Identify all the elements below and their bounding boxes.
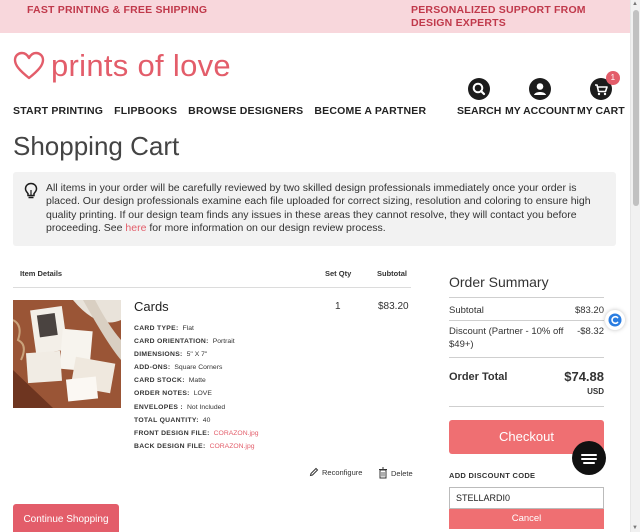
item-title[interactable]: Cards: [134, 299, 169, 314]
spec-row: CARD ORIENTATION: Portrait: [134, 335, 259, 348]
account-icon: [529, 78, 552, 100]
promo-support-text: PERSONALIZED SUPPORT FROM DESIGN EXPERTS: [411, 4, 586, 29]
subtotal-value: $83.20: [574, 305, 604, 316]
search-icon: [468, 78, 491, 100]
review-process-link[interactable]: here: [125, 222, 146, 234]
scroll-thumb[interactable]: [633, 10, 639, 206]
design-review-notice: All items in your order will be carefull…: [13, 172, 616, 246]
scroll-up-arrow-icon[interactable]: ▲: [632, 1, 638, 7]
spec-label: FRONT DESIGN FILE:: [134, 429, 210, 437]
order-total-value: $74.88: [564, 369, 604, 384]
spec-label: ORDER NOTES:: [134, 390, 190, 398]
summary-divider: [449, 297, 604, 298]
search-button[interactable]: SEARCH: [457, 78, 501, 117]
spec-label: CARD STOCK:: [134, 377, 185, 385]
cart-icon: 1: [589, 71, 620, 100]
nav-become-partner[interactable]: BECOME A PARTNER: [314, 105, 426, 117]
spec-value: 40: [202, 416, 211, 424]
promo-shipping-text: FAST PRINTING & FREE SHIPPING: [27, 4, 208, 16]
nav-flipbooks[interactable]: FLIPBOOKS: [114, 105, 177, 117]
reconfigure-button[interactable]: Reconfigure: [309, 467, 362, 477]
my-account-button[interactable]: MY ACCOUNT: [505, 78, 576, 117]
spec-label: CARD TYPE:: [134, 325, 179, 332]
spec-row: DIMENSIONS: 5" X 7": [134, 348, 259, 361]
spec-row: ENVELOPES : Not Included: [134, 401, 259, 414]
spec-value: 5" X 7": [186, 351, 208, 359]
search-label: SEARCH: [457, 105, 502, 117]
notice-text-end: for more information on our design revie…: [146, 221, 386, 234]
spec-row: CARD TYPE: Flat: [134, 322, 259, 335]
product-image[interactable]: [13, 300, 121, 408]
my-cart-button[interactable]: 1 MY CART: [577, 71, 625, 117]
spec-row: CARD STOCK: Matte: [134, 374, 259, 387]
pencil-icon: [309, 467, 319, 477]
spec-row: FRONT DESIGN FILE: CORAZON.jpg: [134, 427, 259, 440]
nav-browse-designers[interactable]: BROWSE DESIGNERS: [188, 105, 303, 117]
summary-divider: [449, 406, 604, 407]
summary-divider: [449, 357, 604, 358]
page-scrollbar[interactable]: ▲ ▼: [630, 0, 640, 532]
subtotal-label: Subtotal: [449, 305, 484, 316]
spec-row: ADD-ONS: Square Corners: [134, 361, 259, 374]
lightbulb-icon: [24, 182, 38, 199]
floating-c-widget-icon[interactable]: [605, 310, 625, 330]
header-item-details: Item Details: [20, 269, 63, 278]
trash-icon: [379, 467, 387, 479]
logo-text: prints of love: [51, 48, 231, 83]
my-account-label: MY ACCOUNT: [505, 105, 576, 117]
page-title: Shopping Cart: [13, 131, 180, 161]
discount-value: -$8.32: [577, 326, 604, 337]
spec-label: TOTAL QUANTITY:: [134, 416, 199, 424]
item-price: $83.20: [378, 301, 409, 312]
spec-value: Matte: [188, 377, 206, 385]
delete-button[interactable]: Delete: [378, 467, 413, 479]
front-design-file-link[interactable]: CORAZON.jpg: [214, 430, 259, 437]
order-total-label: Order Total: [449, 371, 508, 383]
spec-label: DIMENSIONS:: [134, 351, 183, 359]
nav-start-printing[interactable]: START PRINTING: [13, 105, 103, 117]
spec-label: CARD ORIENTATION:: [134, 338, 209, 346]
discount-code-input[interactable]: [449, 487, 604, 509]
continue-shopping-button[interactable]: Continue Shopping: [13, 504, 119, 532]
spec-row: TOTAL QUANTITY: 40: [134, 414, 259, 427]
item-quantity: 1: [335, 301, 341, 312]
spec-value: Portrait: [212, 338, 235, 346]
header-subtotal: Subtotal: [377, 269, 407, 278]
summary-divider: [449, 320, 604, 321]
item-specs: CARD TYPE: Flat CARD ORIENTATION: Portrait…: [134, 322, 259, 453]
site-logo[interactable]: prints of love: [13, 48, 231, 84]
spec-value: LOVE: [193, 390, 212, 398]
reconfigure-label: Reconfigure: [322, 467, 363, 477]
order-summary-title: Order Summary: [449, 274, 549, 290]
spec-label: ENVELOPES :: [134, 403, 183, 411]
notice-text: All items in your order will be carefull…: [46, 182, 606, 235]
back-design-file-link[interactable]: CORAZON.jpg: [210, 443, 255, 450]
heart-outline-icon: [13, 51, 45, 80]
spec-value: Flat: [182, 325, 194, 332]
spec-label: BACK DESIGN FILE:: [134, 442, 206, 450]
discount-code-label: ADD DISCOUNT CODE: [449, 471, 536, 480]
scroll-down-arrow-icon[interactable]: ▼: [632, 525, 638, 531]
spec-row: ORDER NOTES: LOVE: [134, 387, 259, 400]
cancel-discount-button[interactable]: Cancel: [449, 509, 604, 529]
spec-row: BACK DESIGN FILE: CORAZON.jpg: [134, 440, 259, 453]
promo-bar: FAST PRINTING & FREE SHIPPING PERSONALIZ…: [0, 0, 630, 33]
spec-label: ADD-ONS:: [134, 364, 171, 372]
main-nav: START PRINTING FLIPBOOKS BROWSE DESIGNER…: [13, 105, 437, 117]
delete-label: Delete: [391, 468, 413, 478]
chat-bubble-icon[interactable]: [572, 441, 606, 475]
cart-table-header: Item Details Set Qty Subtotal: [13, 262, 411, 288]
my-cart-label: MY CART: [577, 105, 625, 117]
order-total-currency: USD: [587, 387, 604, 396]
header-set-qty: Set Qty: [325, 269, 352, 278]
cart-count-badge: 1: [605, 71, 620, 85]
product-photo: [13, 300, 121, 408]
spec-value: Not Included: [187, 403, 226, 411]
spec-value: Square Corners: [174, 364, 223, 372]
